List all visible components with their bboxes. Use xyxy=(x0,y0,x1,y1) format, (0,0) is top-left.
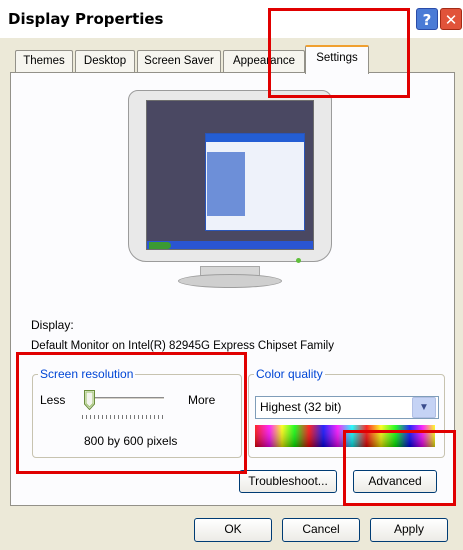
preview-window xyxy=(205,133,305,231)
preview-start-button xyxy=(149,242,171,249)
display-label: Display: xyxy=(31,318,74,332)
window-title: Display Properties xyxy=(8,10,164,28)
tab-screen-saver[interactable]: Screen Saver xyxy=(137,50,221,72)
preview-window-titlebar xyxy=(206,134,304,142)
power-led-icon xyxy=(296,258,301,263)
annotation-settings-tab xyxy=(268,8,410,98)
monitor-stand-base xyxy=(178,274,282,288)
troubleshoot-button[interactable]: Troubleshoot... xyxy=(239,470,337,493)
preview-window-sidebar xyxy=(207,152,245,216)
annotation-screen-resolution xyxy=(16,352,247,474)
display-device-name: Default Monitor on Intel(R) 82945G Expre… xyxy=(31,340,334,352)
ok-button[interactable]: OK xyxy=(194,518,272,542)
close-icon[interactable]: ✕ xyxy=(440,8,462,30)
chevron-down-icon[interactable]: ▼ xyxy=(412,397,436,418)
color-quality-selected-value: Highest (32 bit) xyxy=(260,400,342,414)
help-icon[interactable]: ? xyxy=(416,8,438,30)
annotation-advanced-button xyxy=(343,430,456,506)
color-quality-legend: Color quality xyxy=(254,367,325,381)
preview-taskbar xyxy=(147,241,313,249)
tab-themes[interactable]: Themes xyxy=(15,50,73,72)
apply-button[interactable]: Apply xyxy=(370,518,448,542)
cancel-button[interactable]: Cancel xyxy=(282,518,360,542)
monitor-screen xyxy=(146,100,314,250)
tab-desktop[interactable]: Desktop xyxy=(75,50,135,72)
